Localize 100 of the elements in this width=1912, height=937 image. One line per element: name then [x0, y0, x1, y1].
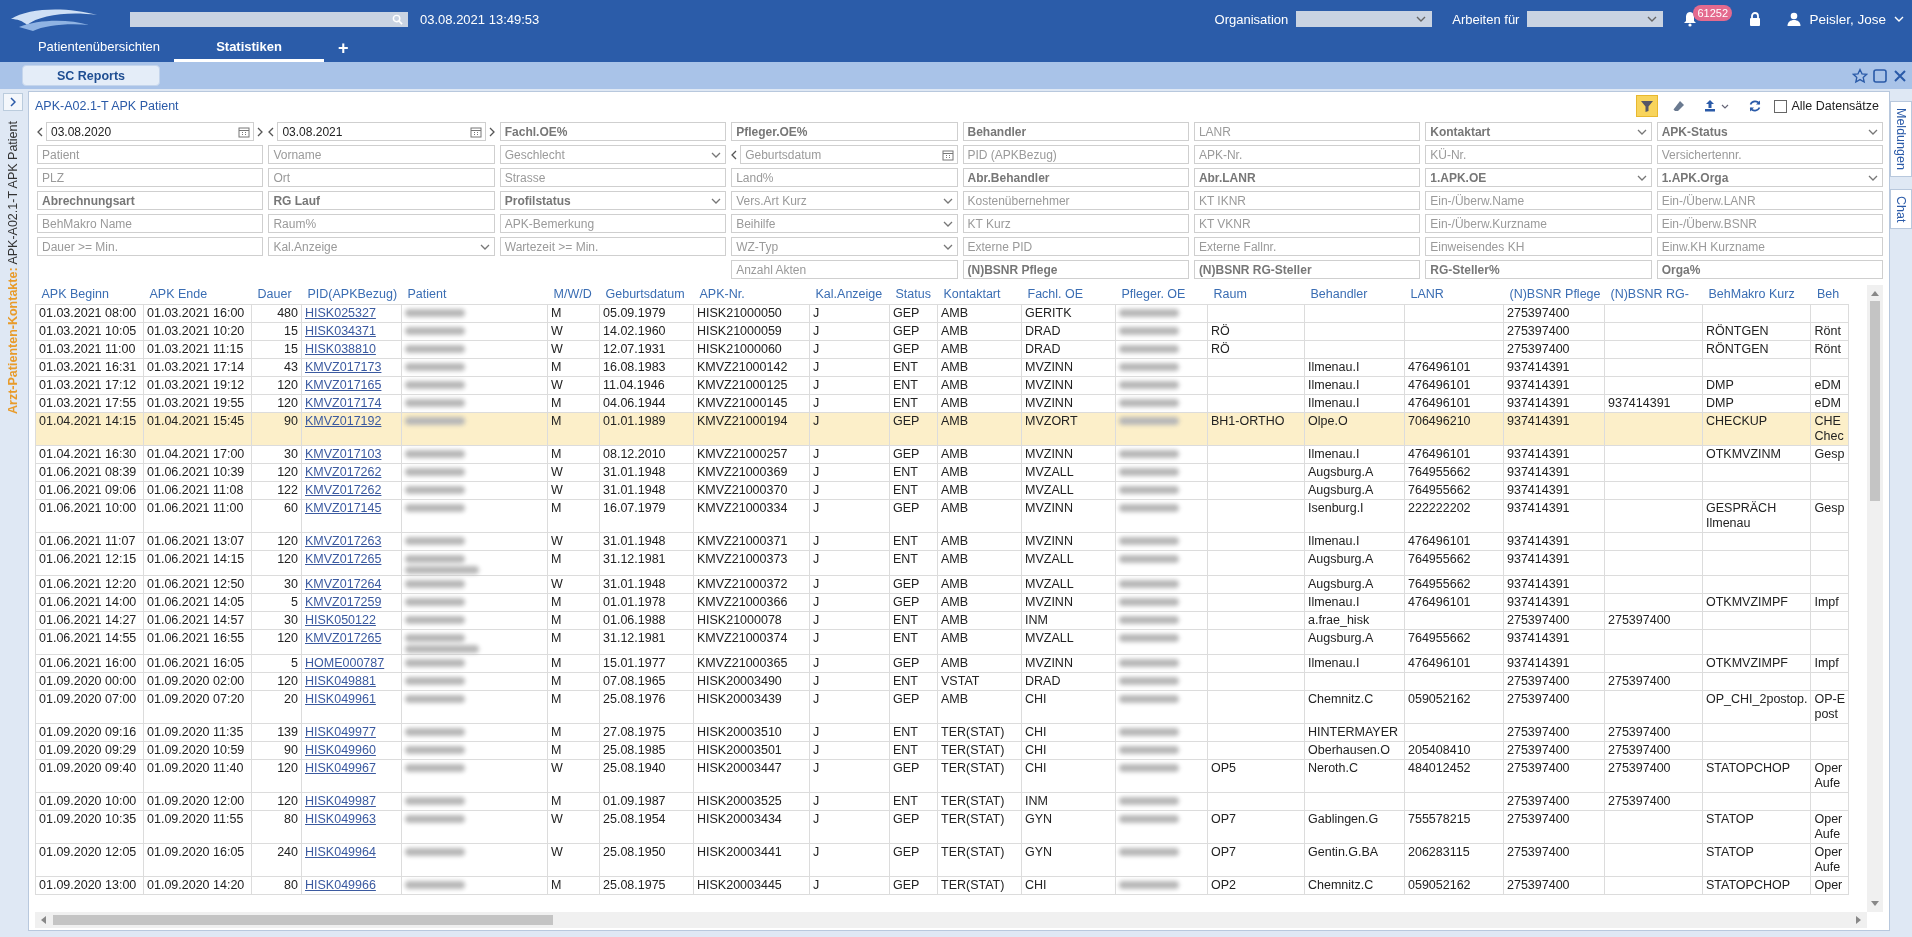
table-row[interactable]: 01.03.2021 11:00 01.03.2021 11:15 15 HISK038810 W 12.07.1931 HISK21000060 J GEP AMB DRAD RÖ 275397400 RÖNTGEN Rönt	[35, 340, 1849, 359]
scrollbar-thumb[interactable]	[1870, 301, 1880, 501]
column-header[interactable]: Kal.Anzeige	[809, 285, 890, 305]
input-field[interactable]: Ein-/Überw.Kurzname	[1425, 214, 1652, 233]
input-field[interactable]: Fachl.OE%	[499, 122, 727, 141]
input-field[interactable]: PID (APKBezug)	[962, 145, 1189, 164]
table-row[interactable]: 01.09.2020 13:00 01.09.2020 14:20 80 HISK049966 M 25.08.1975 HISK20003445 J GEP TER(STAT) CHI OP2 Chemnitz.C 059052162 275397400 STATOPCHOP Oper	[35, 876, 1849, 895]
dropdown-field[interactable]: Profilstatus	[499, 191, 727, 210]
input-field[interactable]: Land%	[731, 168, 958, 187]
table-row[interactable]: 01.09.2020 00:00 01.09.2020 02:00 120 HISK049881 M 07.08.1965 HISK20003490 J ENT VSTAT DRAD 275397400 275397400	[35, 672, 1849, 691]
side-tab[interactable]: Chat	[1890, 188, 1912, 230]
table-row[interactable]: 01.04.2021 14:15 01.04.2021 15:45 90 KMVZ017192 M 01.01.1989 KMVZ21000194 J GEP AMB MVZORT BH1-ORTHO Olpe.O 706496210 937414391 CHECKUP CHE Chec	[35, 412, 1849, 446]
lock-icon[interactable]	[1749, 12, 1762, 26]
column-header[interactable]: Geburtsdatum	[599, 285, 694, 305]
table-row[interactable]: 01.09.2020 09:16 01.09.2020 11:35 139 HISK049977 M 27.08.1975 HISK20003510 J ENT TER(STAT) CHI HINTERMAYER 275397400 275397400	[35, 723, 1849, 742]
table-row[interactable]: 01.06.2021 14:00 01.06.2021 14:05 5 KMVZ017259 M 01.01.1978 KMVZ21000366 J GEP AMB MVZINN Ilmenau.I 476496101 937414391 OTKMVZIMPF Impf	[35, 593, 1849, 612]
table-row[interactable]: 01.03.2021 10:05 01.03.2021 10:20 15 HISK034371 W 14.02.1960 HISK21000059 J GEP AMB DRAD RÖ 275397400 RÖNTGEN Rönt	[35, 322, 1849, 341]
tab[interactable]: Patientenübersichten	[24, 35, 174, 62]
input-field[interactable]: Wartezeit >= Min.	[499, 237, 727, 256]
input-field[interactable]: Abrechnungsart	[37, 191, 264, 210]
dropdown-field[interactable]: APK-Status	[1656, 122, 1883, 141]
all-records-checkbox[interactable]: Alle Datensätze	[1774, 99, 1879, 113]
date-field[interactable]: Geburtsdatum	[740, 145, 958, 164]
column-header[interactable]: M/W/D	[547, 285, 600, 305]
scroll-up-icon[interactable]	[1871, 289, 1879, 297]
table-row[interactable]: 01.03.2021 17:55 01.03.2021 19:55 120 KMVZ017174 M 04.06.1944 KMVZ21000145 J ENT AMB MVZINN Ilmenau.I 476496101 937414391 937414391 DMP eDM	[35, 394, 1849, 413]
column-header[interactable]: APK Beginn	[35, 285, 144, 305]
input-field[interactable]: Strasse	[499, 168, 727, 187]
column-header[interactable]: BehMakro Kurz	[1702, 285, 1811, 305]
previous-icon[interactable]	[37, 126, 43, 137]
table-row[interactable]: 01.06.2021 12:20 01.06.2021 12:50 30 KMVZ017264 W 31.01.1948 KMVZ21000372 J GEP AMB MVZALL Augsburg.A 764955662 937414391	[35, 575, 1849, 594]
input-field[interactable]: KT VKNR	[1193, 214, 1421, 233]
dropdown-field[interactable]: Geschlecht	[499, 145, 727, 164]
input-field[interactable]: Einw.KH Kurzname	[1656, 237, 1883, 256]
input-field[interactable]: KT Kurz	[962, 214, 1189, 233]
scrollbar-thumb[interactable]	[53, 915, 553, 925]
dropdown-field[interactable]: Beihilfe	[731, 214, 958, 233]
date-field[interactable]: 03.08.2020	[46, 122, 255, 141]
expand-button[interactable]	[3, 93, 23, 111]
table-row[interactable]: 01.09.2020 10:00 01.09.2020 12:00 120 HISK049987 M 01.09.1987 HISK20003525 J ENT TER(STAT) INM 275397400 275397400	[35, 792, 1849, 811]
table-row[interactable]: 01.06.2021 14:27 01.06.2021 14:57 30 HISK050122 M 01.06.1988 HISK21000078 J ENT AMB INM a.frae_hisk 275397400 275397400	[35, 611, 1849, 630]
input-field[interactable]: LANR	[1193, 122, 1421, 141]
column-header[interactable]: APK Ende	[143, 285, 252, 305]
input-field[interactable]: Ein-/Überw.Name	[1425, 191, 1652, 210]
column-header[interactable]: Pfleger. OE	[1115, 285, 1208, 305]
dropdown-field[interactable]: WZ-Typ	[731, 237, 958, 256]
column-header[interactable]: (N)BSNR RG-	[1604, 285, 1703, 305]
user-menu[interactable]: Peisler, Jose	[1787, 11, 1904, 27]
column-header[interactable]: (N)BSNR Pflege	[1503, 285, 1605, 305]
column-header[interactable]: Kontaktart	[937, 285, 1022, 305]
input-field[interactable]: Vorname	[268, 145, 495, 164]
table-row[interactable]: 01.06.2021 12:15 01.06.2021 14:15 120 KMVZ017265 M 31.12.1981 KMVZ21000373 J ENT AMB MVZALL Augsburg.A 764955662 937414391	[35, 550, 1849, 576]
table-row[interactable]: 01.09.2020 07:00 01.09.2020 07:20 20 HISK049961 M 25.08.1976 HISK20003439 J GEP AMB CHI Chemnitz.C 059052162 275397400 OP_CHI_2postop. OP-E post	[35, 690, 1849, 724]
column-header[interactable]: Beh	[1810, 285, 1849, 305]
star-icon[interactable]	[1852, 67, 1868, 84]
add-tab-button[interactable]: +	[330, 38, 357, 62]
input-field[interactable]: Abr.LANR	[1193, 168, 1421, 187]
reports-button[interactable]: SC Reports	[22, 65, 160, 86]
input-field[interactable]: (N)BSNR RG-Steller	[1193, 260, 1421, 279]
scroll-down-icon[interactable]	[1871, 900, 1879, 908]
table-row[interactable]: 01.03.2021 16:31 01.03.2021 17:14 43 KMVZ017173 M 16.08.1983 KMVZ21000142 J ENT AMB MVZINN Ilmenau.I 476496101 937414391	[35, 358, 1849, 377]
vertical-scrollbar[interactable]	[1867, 285, 1883, 912]
previous-icon[interactable]	[268, 126, 275, 137]
input-field[interactable]: KT IKNR	[1193, 191, 1421, 210]
table-row[interactable]: 01.06.2021 16:00 01.06.2021 16:05 5 HOME000787 M 15.01.1977 KMVZ21000365 J GEP AMB MVZINN Ilmenau.I 476496101 937414391 OTKMVZIMPF Impf	[35, 654, 1849, 673]
input-field[interactable]: Ein-/Überw.LANR	[1656, 191, 1883, 210]
maximize-icon[interactable]	[1872, 67, 1888, 84]
input-field[interactable]: RG-Steller%	[1425, 260, 1652, 279]
input-field[interactable]: Externe PID	[962, 237, 1189, 256]
dropdown-field[interactable]: Kontaktart	[1425, 122, 1652, 141]
column-header[interactable]: Fachl. OE	[1021, 285, 1116, 305]
table-row[interactable]: 01.09.2020 09:29 01.09.2020 10:59 90 HISK049960 M 25.08.1985 HISK20003501 J ENT TER(STAT) CHI Oberhausen.O 205408410 275397400 275397400	[35, 741, 1849, 760]
table-row[interactable]: 01.04.2021 16:30 01.04.2021 17:00 30 KMVZ017103 M 08.12.2010 KMVZ21000257 J GEP AMB MVZINN Ilmenau.I 476496101 937414391 OTKMVZINM Gesp	[35, 445, 1849, 464]
scroll-left-icon[interactable]	[39, 916, 47, 924]
input-field[interactable]: KÜ-Nr.	[1425, 145, 1652, 164]
table-row[interactable]: 01.06.2021 11:07 01.06.2021 13:07 120 KMVZ017263 W 31.01.1948 KMVZ21000371 J ENT AMB MVZINN Ilmenau.I 476496101 937414391	[35, 532, 1849, 551]
dropdown-field[interactable]: Vers.Art Kurz	[731, 191, 958, 210]
table-row[interactable]: 01.09.2020 12:05 01.09.2020 16:05 240 HISK049964 W 25.08.1950 HISK20003441 J GEP TER(STAT) GYN OP7 Gentin.G.BA 206283115 275397400 STATOP Oper Aufe	[35, 843, 1849, 877]
previous-icon[interactable]	[731, 149, 738, 160]
input-field[interactable]: (N)BSNR Pflege	[962, 260, 1189, 279]
input-field[interactable]: Patient	[37, 145, 264, 164]
filter-button[interactable]	[1636, 95, 1659, 117]
table-row[interactable]: 01.06.2021 09:06 01.06.2021 11:08 122 KMVZ017262 W 31.01.1948 KMVZ21000370 J ENT AMB MVZALL Augsburg.A 764955662 937414391	[35, 481, 1849, 500]
table-row[interactable]: 01.09.2020 10:35 01.09.2020 11:55 80 HISK049963 W 25.08.1954 HISK20003434 J GEP TER(STAT) GYN OP7 Gablingen.G 755578215 275397400 STATOP Oper Aufe	[35, 810, 1849, 844]
table-row[interactable]: 01.06.2021 08:39 01.06.2021 10:39 120 KMVZ017262 W 31.01.1948 KMVZ21000369 J ENT AMB MVZALL Augsburg.A 764955662 937414391	[35, 463, 1849, 482]
next-icon[interactable]	[488, 126, 495, 137]
input-field[interactable]: Behandler	[962, 122, 1189, 141]
column-header[interactable]: Raum	[1207, 285, 1305, 305]
horizontal-scrollbar[interactable]	[35, 912, 1867, 928]
table-row[interactable]: 01.06.2021 14:55 01.06.2021 16:55 120 KMVZ017265 M 31.12.1981 KMVZ21000374 J ENT AMB MVZALL Augsburg.A 764955662 937414391	[35, 629, 1849, 655]
dropdown-field[interactable]: 1.APK.Orga	[1656, 168, 1883, 187]
input-field[interactable]: Einweisendes KH	[1425, 237, 1652, 256]
input-field[interactable]: RG Lauf	[268, 191, 495, 210]
input-field[interactable]: APK-Bemerkung	[499, 214, 727, 233]
date-field[interactable]: 03.08.2021	[277, 122, 486, 141]
table-row[interactable]: 01.03.2021 08:00 01.03.2021 16:00 480 HISK025327 M 05.09.1979 HISK21000050 J GEP AMB GERITK 275397400	[35, 304, 1849, 323]
column-header[interactable]: Behandler	[1304, 285, 1405, 305]
scroll-right-icon[interactable]	[1855, 916, 1863, 924]
next-icon[interactable]	[257, 126, 264, 137]
bell-icon[interactable]	[1683, 11, 1698, 27]
